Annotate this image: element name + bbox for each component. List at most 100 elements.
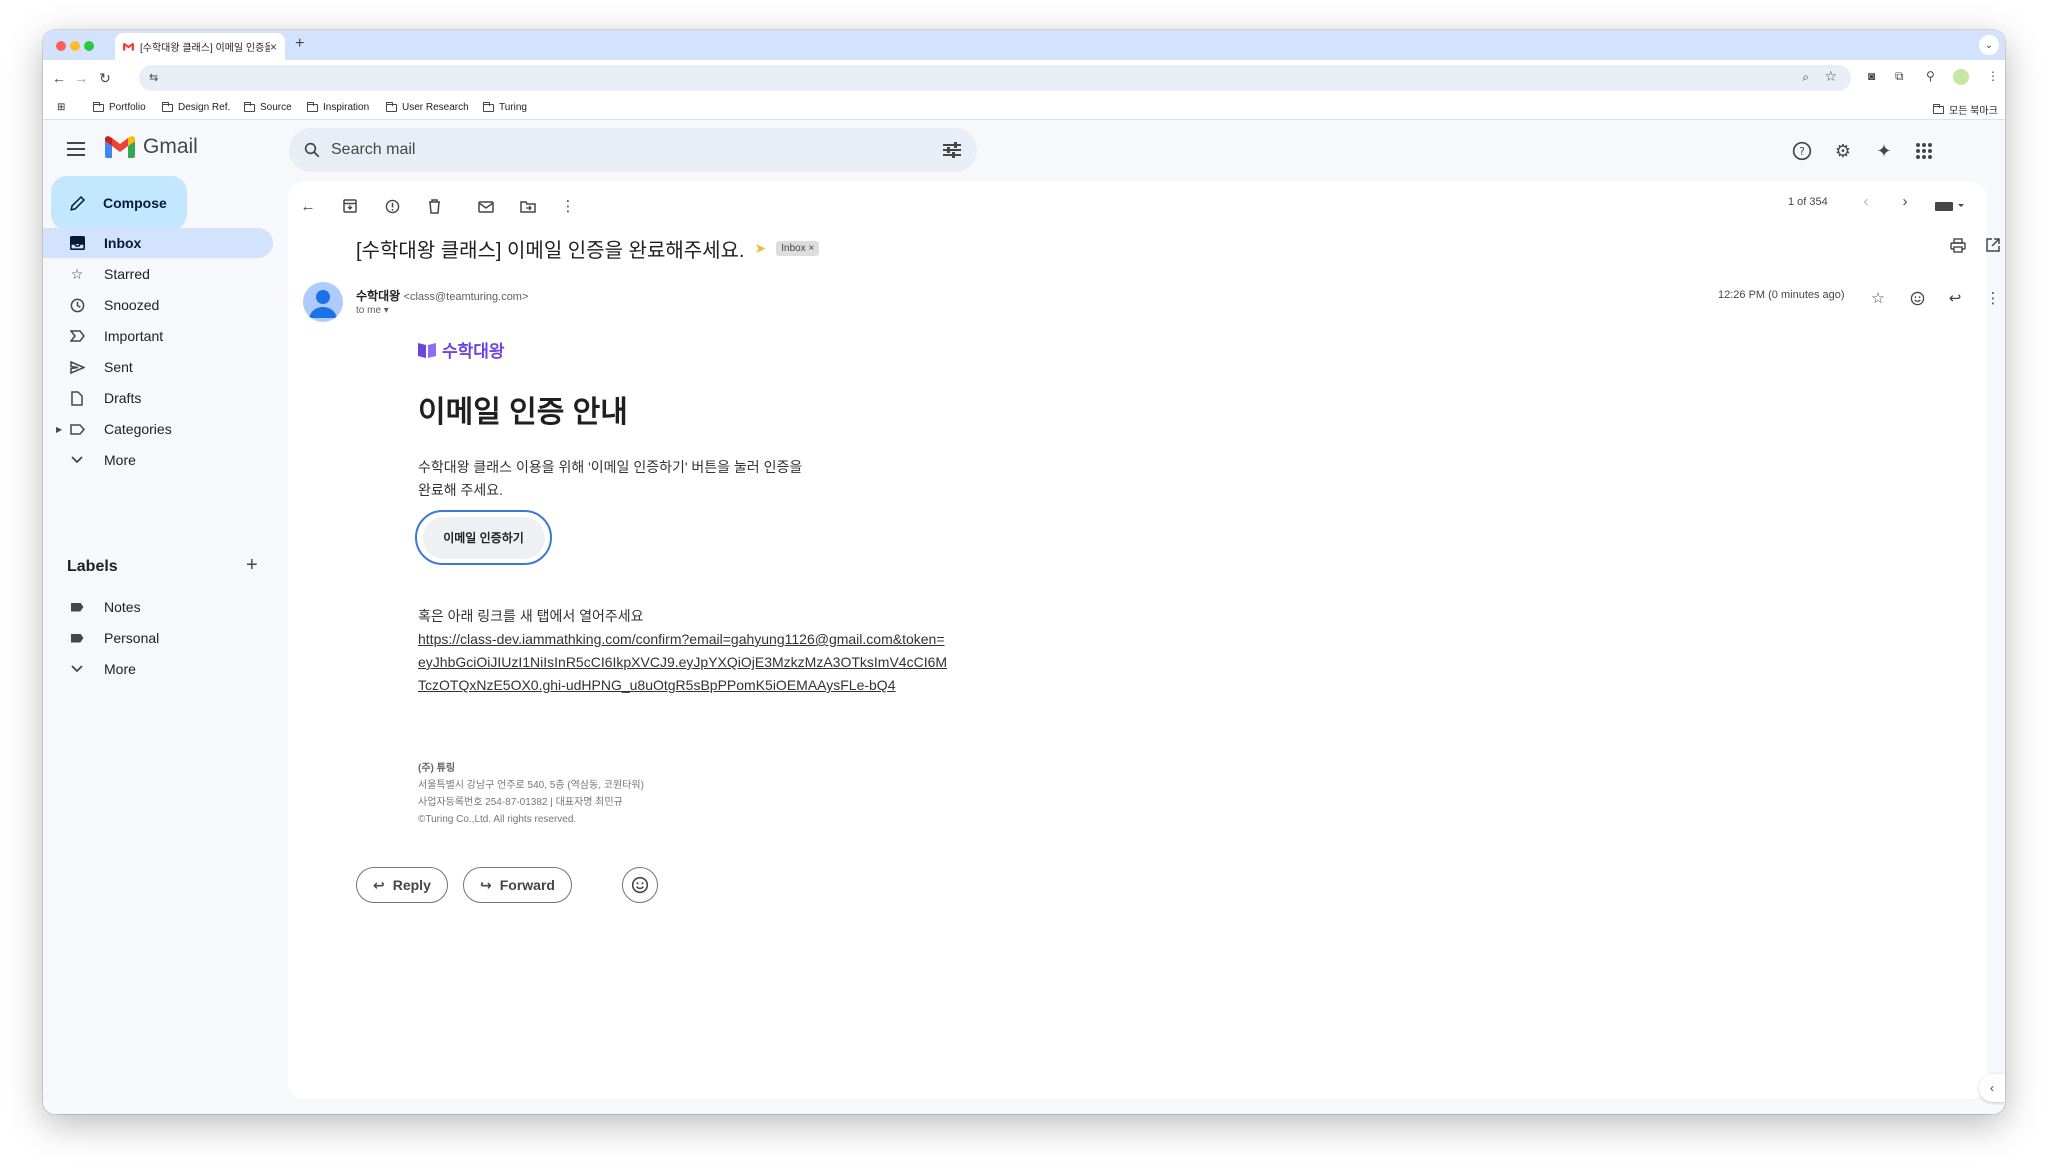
confirm-link[interactable]: https://class-dev.iammathking.com/confir… bbox=[418, 628, 948, 697]
forward-icon[interactable]: → bbox=[71, 68, 91, 88]
verify-email-button[interactable]: 이메일 인증하기 bbox=[415, 510, 552, 565]
bookmark-turing[interactable]: Turing bbox=[483, 101, 527, 113]
bookmark-design-ref[interactable]: Design Ref. bbox=[162, 101, 230, 113]
extension-icon[interactable]: ⚲ bbox=[1926, 69, 1935, 83]
label-tag-icon bbox=[69, 630, 85, 646]
gmail-app: Gmail ? ⚙ ✦ Compose Inbox ☆ bbox=[43, 120, 2005, 1114]
forward-button[interactable]: ↪ Forward bbox=[463, 867, 572, 903]
reload-icon[interactable]: ↻ bbox=[95, 68, 115, 88]
bookmark-star-icon[interactable]: ☆ bbox=[1824, 68, 1837, 85]
close-window-button[interactable] bbox=[56, 41, 66, 51]
archive-icon[interactable] bbox=[340, 196, 360, 216]
print-icon[interactable] bbox=[1948, 235, 1968, 255]
recipient-dropdown-icon[interactable]: ▾ bbox=[384, 305, 389, 316]
search-bar[interactable] bbox=[289, 128, 977, 172]
compose-button[interactable]: Compose bbox=[51, 176, 187, 230]
pencil-icon bbox=[70, 195, 86, 211]
help-icon[interactable]: ? bbox=[1790, 139, 1814, 163]
sender-info: 수학대왕 <class@teamturing.com> bbox=[356, 287, 528, 304]
label-notes[interactable]: Notes bbox=[43, 592, 273, 622]
sender-name[interactable]: 수학대왕 bbox=[356, 289, 400, 303]
tab-strip: [수학대왕 클래스] 이메일 인증을 완 × + ⌄ bbox=[43, 30, 2005, 60]
add-reaction-icon[interactable] bbox=[1907, 288, 1927, 308]
apps-grid-icon[interactable]: ⊞ bbox=[57, 102, 65, 113]
sidebar-item-snoozed[interactable]: Snoozed bbox=[43, 290, 273, 320]
more-options-icon[interactable]: ⋮ bbox=[558, 196, 578, 216]
apps-grid-icon[interactable] bbox=[1912, 139, 1936, 163]
book-logo-icon bbox=[418, 342, 436, 358]
input-tools-icon[interactable] bbox=[1933, 196, 1967, 216]
all-bookmarks[interactable]: 모든 북마크 bbox=[1933, 102, 1998, 117]
email-body: 수학대왕 클래스 이용을 위해 '이메일 인증하기' 버튼을 눌러 인증을 완료… bbox=[418, 459, 803, 498]
new-tab-button[interactable]: + bbox=[295, 35, 304, 53]
inbox-label-chip[interactable]: Inbox × bbox=[776, 241, 820, 256]
important-marker-icon[interactable]: ➤ bbox=[755, 240, 767, 257]
sidebar-item-inbox[interactable]: Inbox bbox=[43, 228, 273, 258]
email-footer: (주) 튜링 서울특별시 강남구 언주로 540, 5층 (역삼동, 코원타워)… bbox=[418, 763, 644, 825]
older-chevron-icon[interactable]: › bbox=[1895, 191, 1915, 211]
sidebar-item-more[interactable]: More bbox=[43, 445, 273, 475]
sidebar-item-sent[interactable]: Sent bbox=[43, 352, 273, 382]
newer-chevron-icon[interactable]: ‹ bbox=[1856, 191, 1876, 211]
sidebar-item-important[interactable]: Important bbox=[43, 321, 273, 351]
smiley-icon bbox=[631, 876, 649, 894]
reply-icon[interactable]: ↩ bbox=[1945, 288, 1965, 308]
maximize-window-button[interactable] bbox=[84, 41, 94, 51]
bookmark-inspiration[interactable]: Inspiration bbox=[307, 101, 369, 113]
folder-icon bbox=[1933, 103, 1944, 114]
star-message-icon[interactable]: ☆ bbox=[1868, 288, 1888, 308]
search-input[interactable] bbox=[331, 128, 891, 172]
recipient-details[interactable]: to me ▾ bbox=[356, 305, 389, 316]
email-timestamp: 12:26 PM (0 minutes ago) bbox=[1718, 289, 1845, 301]
extensions-icon[interactable]: ⧉ bbox=[1895, 69, 1904, 84]
expand-arrow-icon[interactable]: ▶ bbox=[56, 425, 62, 434]
sidebar-item-categories[interactable]: ▶ Categories bbox=[43, 414, 273, 444]
profile-avatar[interactable] bbox=[1953, 69, 1969, 85]
report-spam-icon[interactable] bbox=[382, 196, 402, 216]
reply-button[interactable]: ↩ Reply bbox=[356, 867, 448, 903]
create-label-icon[interactable]: + bbox=[246, 554, 258, 577]
subject-text: [수학대왕 클래스] 이메일 인증을 완료해주세요. bbox=[356, 240, 745, 262]
zoom-icon[interactable]: ⌕ bbox=[1802, 70, 1809, 85]
tab-close-icon[interactable]: × bbox=[270, 40, 277, 54]
sender-avatar[interactable] bbox=[303, 282, 343, 322]
bookmark-user-research[interactable]: User Research bbox=[386, 101, 469, 113]
move-to-icon[interactable] bbox=[518, 196, 538, 216]
back-to-inbox-icon[interactable]: ← bbox=[298, 196, 318, 216]
tab-title: [수학대왕 클래스] 이메일 인증을 완 bbox=[140, 43, 270, 54]
gmail-m-icon bbox=[105, 136, 135, 158]
bookmark-source[interactable]: Source bbox=[244, 101, 292, 113]
gemini-sparkle-icon[interactable]: ✦ bbox=[1872, 139, 1896, 163]
gmail-logo[interactable]: Gmail bbox=[105, 135, 198, 159]
emoji-reaction-button[interactable] bbox=[622, 867, 658, 903]
sidebar-item-drafts[interactable]: Drafts bbox=[43, 383, 273, 413]
side-panel-toggle-icon[interactable]: ‹ bbox=[1979, 1074, 2005, 1102]
folder-icon bbox=[307, 101, 318, 112]
link-intro-text: 혹은 아래 링크를 새 탭에서 열어주세요 bbox=[418, 608, 644, 624]
folder-icon bbox=[93, 101, 104, 112]
inbox-icon bbox=[69, 235, 85, 251]
search-options-icon[interactable] bbox=[943, 142, 961, 158]
sidebar-item-starred[interactable]: ☆ Starred bbox=[43, 259, 273, 289]
back-icon[interactable]: ← bbox=[49, 68, 69, 88]
search-icon[interactable] bbox=[303, 141, 321, 159]
site-settings-icon[interactable]: ⇆ bbox=[149, 71, 158, 84]
browser-menu-icon[interactable]: ⋮ bbox=[1987, 69, 1999, 83]
bookmark-portfolio[interactable]: Portfolio bbox=[93, 101, 146, 113]
delete-icon[interactable] bbox=[424, 196, 444, 216]
address-bar[interactable]: ⇆ ⌕ ☆ bbox=[139, 65, 1851, 91]
camera-icon[interactable]: ◙ bbox=[1868, 69, 1875, 83]
chevron-down-icon bbox=[69, 661, 85, 677]
browser-tab[interactable]: [수학대왕 클래스] 이메일 인증을 완 × bbox=[115, 33, 285, 60]
main-menu-icon[interactable] bbox=[67, 142, 85, 160]
bookmarks-bar: ⊞ Portfolio Design Ref. Source Inspirati… bbox=[43, 96, 2005, 120]
reply-arrow-icon: ↩ bbox=[373, 876, 385, 893]
open-in-new-window-icon[interactable] bbox=[1983, 235, 2003, 255]
mark-unread-icon[interactable] bbox=[476, 196, 496, 216]
labels-more[interactable]: More bbox=[43, 654, 273, 684]
minimize-window-button[interactable] bbox=[70, 41, 80, 51]
message-more-icon[interactable]: ⋮ bbox=[1983, 288, 2003, 308]
settings-gear-icon[interactable]: ⚙ bbox=[1831, 139, 1855, 163]
tab-search-button[interactable]: ⌄ bbox=[1979, 35, 1999, 55]
label-personal[interactable]: Personal bbox=[43, 623, 273, 653]
